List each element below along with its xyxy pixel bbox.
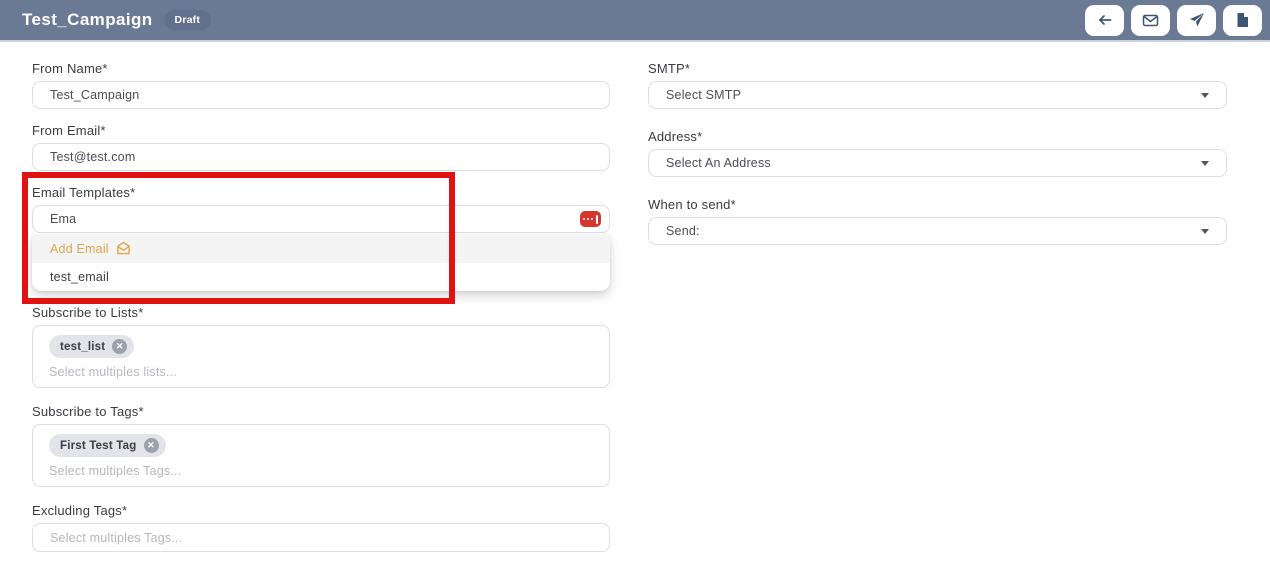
dropdown-option-label: test_email [50, 270, 109, 284]
address-select-value: Select An Address [666, 156, 771, 170]
email-templates-dropdown: Add Email test_email [32, 235, 610, 291]
file-icon [1236, 12, 1249, 28]
smtp-label: SMTP* [648, 61, 691, 76]
envelope-open-icon [116, 241, 131, 258]
subscribe-lists-box[interactable]: test_list ✕ Select multiples lists... [32, 325, 610, 388]
when-to-send-select[interactable]: Send: [648, 217, 1227, 245]
email-templates-field: Email Templates* Add Email [32, 186, 610, 291]
form-right-column: SMTP* Select SMTP Address* Select An Add… [648, 62, 1227, 567]
chip-label: First Test Tag [60, 439, 137, 452]
subscribe-tags-box[interactable]: First Test Tag ✕ Select multiples Tags..… [32, 424, 610, 487]
address-select[interactable]: Select An Address [648, 149, 1227, 177]
header-actions [1085, 4, 1264, 36]
smtp-select[interactable]: Select SMTP [648, 81, 1227, 109]
paper-plane-icon [1189, 12, 1205, 28]
send-button[interactable] [1177, 4, 1216, 36]
subscribe-lists-field: Subscribe to Lists* test_list ✕ Select m… [32, 306, 610, 388]
header: Test_Campaign Draft [0, 0, 1270, 42]
address-field: Address* Select An Address [648, 130, 1227, 177]
from-name-input[interactable] [32, 81, 610, 109]
email-templates-input[interactable] [33, 206, 580, 232]
email-templates-label: Email Templates* [32, 185, 136, 200]
back-button[interactable] [1085, 4, 1124, 36]
subscribe-lists-placeholder: Select multiples lists... [49, 365, 177, 379]
list-chip: test_list ✕ [49, 335, 135, 358]
smtp-field: SMTP* Select SMTP [648, 62, 1227, 109]
when-to-send-label: When to send* [648, 197, 736, 212]
smtp-select-value: Select SMTP [666, 88, 742, 102]
status-badge: Draft [163, 10, 212, 30]
when-to-send-select-value: Send: [666, 224, 700, 238]
close-icon[interactable]: ✕ [112, 339, 128, 354]
excluding-tags-box[interactable]: Select multiples Tags... [32, 523, 610, 552]
excluding-tags-label: Excluding Tags* [32, 503, 128, 518]
email-templates-input-shell [32, 205, 610, 233]
subscribe-lists-label: Subscribe to Lists* [32, 305, 144, 320]
ellipsis-badge-icon[interactable] [580, 211, 601, 227]
email-button[interactable] [1131, 4, 1170, 36]
from-email-label: From Email* [32, 123, 106, 138]
dropdown-option-add-email[interactable]: Add Email [32, 235, 610, 263]
document-button[interactable] [1223, 4, 1262, 36]
envelope-icon [1142, 13, 1159, 28]
campaign-form: From Name* From Email* Email Templates* … [0, 42, 1270, 567]
dropdown-option-test-email[interactable]: test_email [32, 263, 610, 291]
arrow-left-icon [1097, 12, 1113, 28]
from-name-label: From Name* [32, 61, 108, 76]
caret-down-icon [1201, 92, 1209, 98]
from-email-field: From Email* [32, 124, 610, 171]
when-to-send-field: When to send* Send: [648, 198, 1227, 245]
from-email-input[interactable] [32, 143, 610, 171]
close-icon[interactable]: ✕ [143, 438, 159, 453]
subscribe-tags-label: Subscribe to Tags* [32, 404, 144, 419]
form-left-column: From Name* From Email* Email Templates* … [32, 62, 610, 567]
caret-down-icon [1201, 160, 1209, 166]
excluding-tags-placeholder: Select multiples Tags... [50, 530, 183, 545]
subscribe-tags-placeholder: Select multiples Tags... [49, 464, 182, 478]
from-name-field: From Name* [32, 62, 610, 109]
subscribe-tags-field: Subscribe to Tags* First Test Tag ✕ Sele… [32, 405, 610, 487]
address-label: Address* [648, 129, 703, 144]
add-email-label: Add Email [50, 242, 109, 256]
caret-down-icon [1201, 228, 1209, 234]
chip-label: test_list [60, 340, 106, 353]
page-title: Test_Campaign [22, 10, 153, 29]
tag-chip: First Test Tag ✕ [49, 434, 166, 457]
